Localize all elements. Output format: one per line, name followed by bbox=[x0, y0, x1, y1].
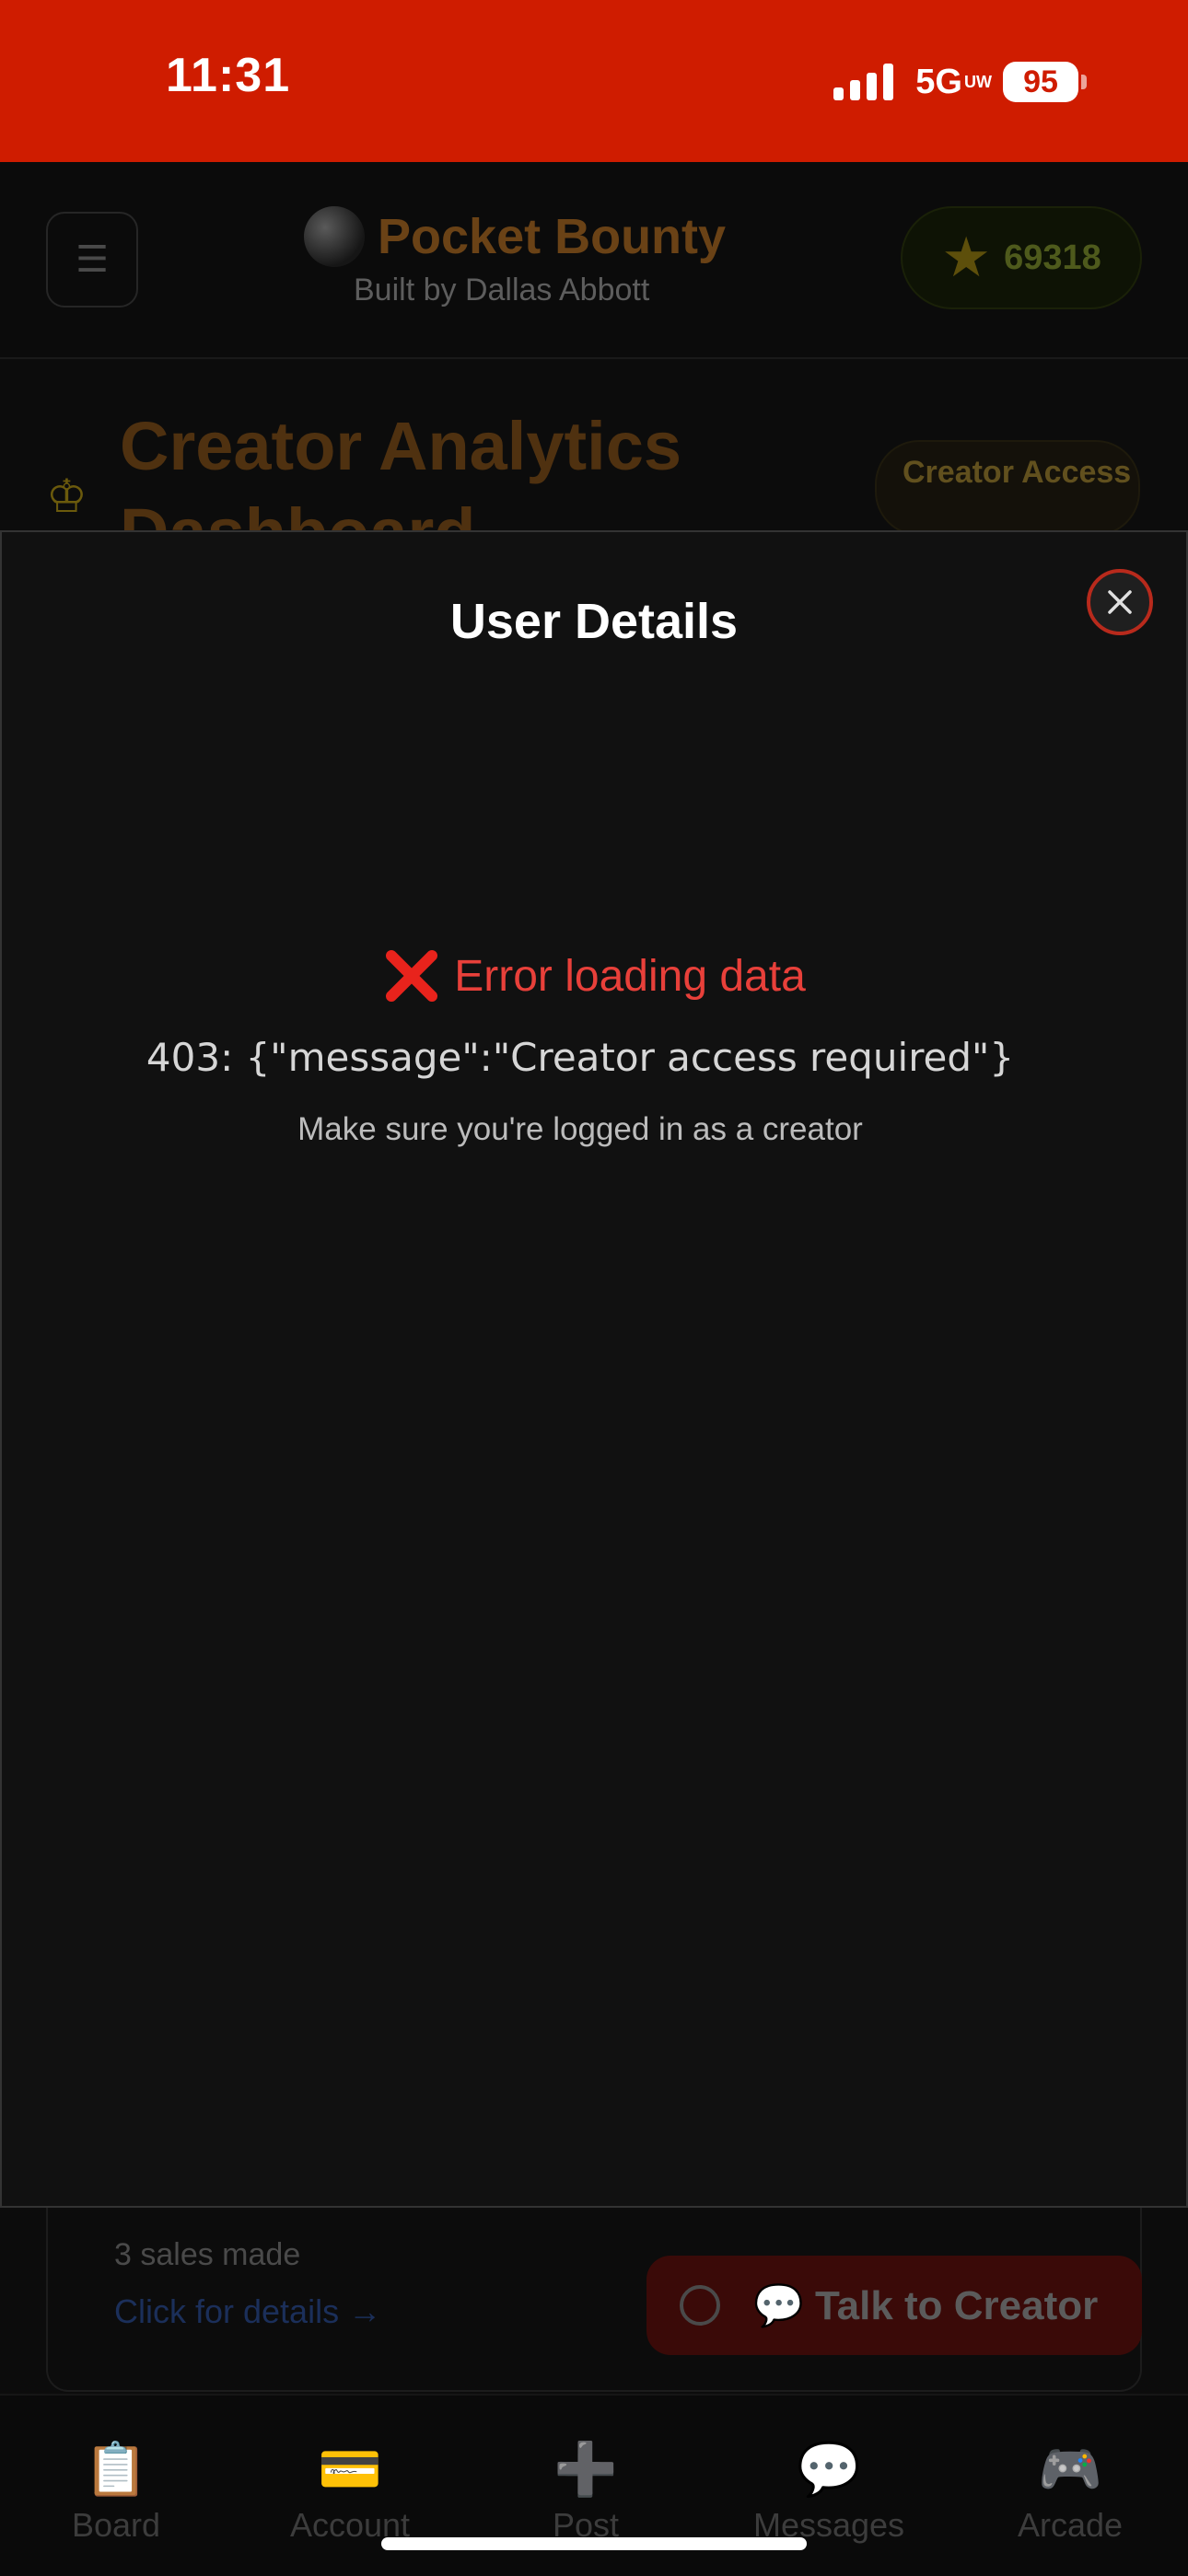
star-icon: ★ bbox=[941, 226, 992, 288]
creator-access-badge: Creator Access bbox=[875, 440, 1140, 536]
points-value: 69318 bbox=[1004, 238, 1101, 277]
hamburger-icon: ☰ bbox=[76, 239, 109, 280]
brand: Pocket Bounty Built by Dallas Abbott bbox=[304, 206, 764, 308]
talk-to-creator-label: 💬 Talk to Creator bbox=[753, 2283, 1099, 2328]
error-title: Error loading data bbox=[454, 951, 806, 1001]
nav-item-board[interactable]: 📋 Board bbox=[24, 2440, 208, 2545]
credit-card-icon: 💳 bbox=[318, 2440, 382, 2498]
chat-bubble-icon bbox=[680, 2285, 720, 2326]
dashboard-header: ♔ Creator Analytics Dashboard Creator Ac… bbox=[0, 359, 1188, 571]
error-panel: Error loading data 403: {"message":"Crea… bbox=[2, 946, 1186, 1148]
battery-icon: 95 bbox=[1003, 62, 1087, 102]
nav-label-arcade: Arcade bbox=[1017, 2506, 1124, 2544]
user-details-modal: User Details Error loading data 403: {"m… bbox=[0, 530, 1188, 2208]
cross-mark-icon bbox=[386, 950, 438, 1002]
status-time: 11:31 bbox=[166, 49, 291, 102]
clipboard-icon: 📋 bbox=[84, 2440, 148, 2498]
menu-button[interactable]: ☰ bbox=[46, 212, 138, 307]
talk-to-creator-button[interactable]: 💬 Talk to Creator bbox=[646, 2256, 1142, 2355]
nav-item-arcade[interactable]: 🎮 Arcade bbox=[978, 2440, 1162, 2545]
points-badge[interactable]: ★ 69318 bbox=[901, 206, 1142, 309]
nav-item-post[interactable]: ➕ Post bbox=[494, 2440, 678, 2545]
app-name: Pocket Bounty bbox=[378, 209, 727, 264]
globe-icon bbox=[304, 206, 365, 267]
status-indicators: 5G UW 95 bbox=[833, 57, 1087, 107]
close-icon bbox=[1108, 590, 1132, 614]
speech-bubble-icon: 💬 bbox=[797, 2440, 861, 2498]
close-button[interactable] bbox=[1087, 569, 1153, 635]
crown-icon: ♔ bbox=[46, 470, 87, 522]
game-controller-icon: 🎮 bbox=[1038, 2440, 1102, 2498]
sales-count: 3 sales made bbox=[114, 2237, 301, 2272]
nav-item-account[interactable]: 💳 Account bbox=[258, 2440, 442, 2545]
app-subtitle: Built by Dallas Abbott bbox=[354, 273, 650, 307]
modal-title: User Details bbox=[449, 594, 739, 649]
error-hint: Make sure you're logged in as a creator bbox=[297, 1111, 863, 1147]
nav-item-messages[interactable]: 💬 Messages bbox=[737, 2440, 921, 2545]
network-suffix: UW bbox=[964, 73, 992, 91]
network-type: 5G bbox=[915, 62, 962, 101]
network-indicator: 5G UW bbox=[915, 62, 992, 102]
error-message: 403: {"message":"Creator access required… bbox=[146, 1035, 1015, 1080]
app-header: ☰ Pocket Bounty Built by Dallas Abbott ★… bbox=[0, 162, 1188, 359]
details-link[interactable]: Click for details → bbox=[114, 2292, 381, 2331]
status-bar: 11:31 5G UW 95 bbox=[0, 0, 1188, 162]
plus-icon: ➕ bbox=[553, 2440, 618, 2498]
nav-label-board: Board bbox=[71, 2506, 161, 2544]
signal-icon bbox=[833, 64, 894, 100]
home-indicator[interactable] bbox=[381, 2537, 807, 2550]
battery-level: 95 bbox=[1003, 62, 1078, 102]
